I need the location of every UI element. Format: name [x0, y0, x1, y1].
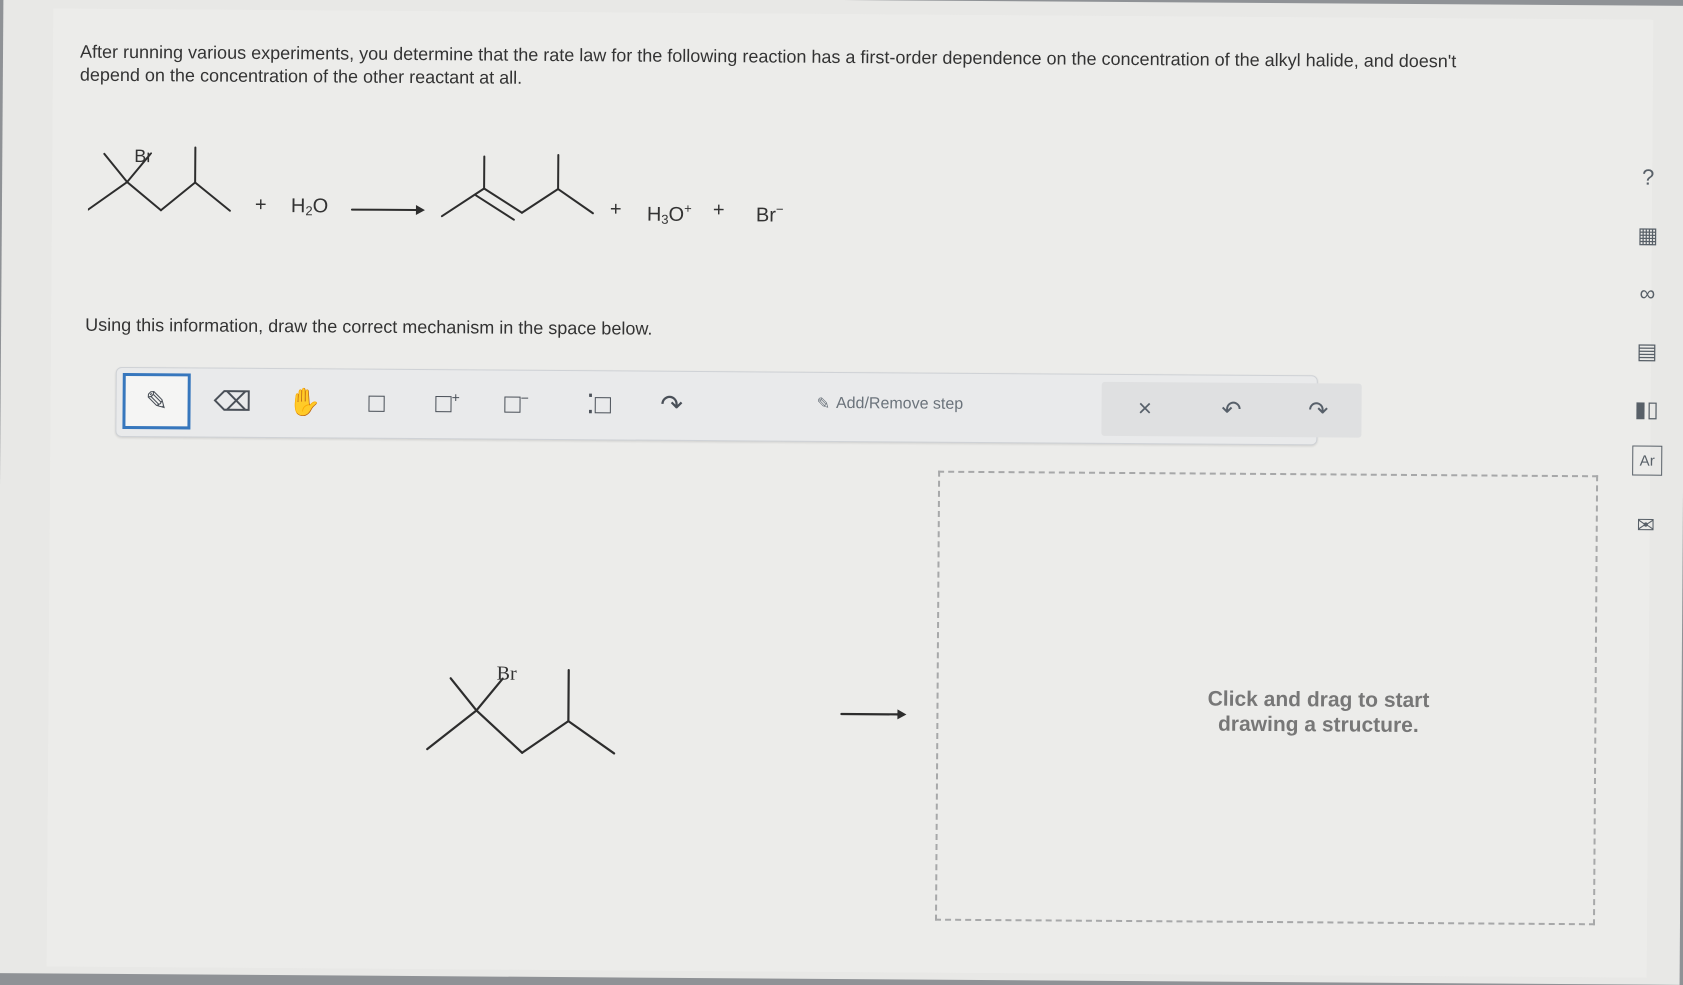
calculator-button[interactable]: ▦ [1626, 213, 1670, 257]
help-button[interactable]: ? [1626, 155, 1670, 199]
mail-icon: ✉ [1636, 513, 1655, 539]
positive-charge-icon: □+ [435, 388, 460, 419]
selection-box-icon: □ [368, 387, 385, 418]
help-icon: ? [1642, 165, 1654, 191]
undo-icon[interactable]: ↶ [1209, 388, 1253, 432]
reactant-bromine-label: Br [134, 146, 152, 167]
periodic-table-button[interactable]: Ar [1632, 446, 1662, 476]
add-remove-step-label: Add/Remove step [836, 395, 963, 414]
positive-charge-button[interactable]: □+ [413, 375, 481, 431]
infinity-icon: ∞ [1639, 281, 1655, 307]
right-sidebar-tools: ? ▦ ∞ ▤ ▮▯ Ar ✉ [1621, 155, 1674, 565]
hand-icon: ✋ [288, 386, 322, 418]
hydronium-formula: H3O+ [647, 201, 692, 227]
plus-sign: + [255, 194, 267, 217]
toolbar-actions: × ↶ ↷ [1101, 382, 1361, 438]
plus-sign: + [713, 199, 725, 222]
reading-icon: ▤ [1636, 339, 1657, 365]
bar-chart-icon: ▮▯ [1634, 397, 1658, 423]
instruction-text: Using this information, draw the correct… [85, 315, 652, 340]
lone-pair-icon: ⁚□ [586, 389, 611, 420]
selection-tool-button[interactable]: □ [342, 375, 410, 431]
curved-arrow-button[interactable]: ↷ [637, 377, 705, 433]
bromide-formula: Br− [756, 201, 784, 227]
lone-pair-button[interactable]: ⁚□ [564, 376, 632, 432]
eraser-icon: ⌫ [213, 386, 251, 417]
water-formula: H2O [291, 195, 328, 218]
drawing-placeholder: Click and drag to start drawing a struct… [1188, 686, 1448, 738]
pencil-icon: ✎ [145, 386, 168, 417]
reaction-structures [88, 137, 849, 252]
negative-charge-button[interactable]: □− [482, 375, 550, 431]
reading-button[interactable]: ▤ [1625, 329, 1669, 373]
clear-icon[interactable]: × [1123, 387, 1167, 431]
add-remove-step-button[interactable]: ✎ Add/Remove step [817, 394, 964, 415]
periodic-table-icon: Ar [1640, 452, 1655, 469]
data-button[interactable]: ▮▯ [1624, 387, 1668, 431]
edit-icon: ✎ [817, 394, 831, 414]
link-button[interactable]: ∞ [1625, 271, 1669, 315]
screen: After running various experiments, you d… [0, 0, 1683, 985]
curved-arrow-icon: ↷ [660, 389, 683, 420]
plus-sign: + [610, 198, 622, 221]
question-panel: After running various experiments, you d… [47, 8, 1654, 977]
hand-tool-button[interactable]: ✋ [270, 374, 338, 430]
eraser-tool-button[interactable]: ⌫ [198, 374, 266, 430]
structure-drawing-area[interactable]: Click and drag to start drawing a struct… [935, 471, 1598, 926]
redo-icon[interactable]: ↷ [1296, 388, 1340, 432]
calculator-icon: ▦ [1637, 223, 1658, 249]
negative-charge-icon: □− [504, 388, 529, 419]
question-text: After running various experiments, you d… [80, 41, 1500, 97]
mechanism-bromine-label: Br [497, 663, 517, 686]
reaction-equation: Br + H2O + H3O+ + Br− [88, 137, 849, 252]
pencil-tool-button[interactable]: ✎ [122, 373, 190, 429]
mail-button[interactable]: ✉ [1624, 503, 1668, 547]
mechanism-toolbar: ✎ ⌫ ✋ □ □+ □− ⁚□ ↷ ✎ [115, 367, 1317, 445]
